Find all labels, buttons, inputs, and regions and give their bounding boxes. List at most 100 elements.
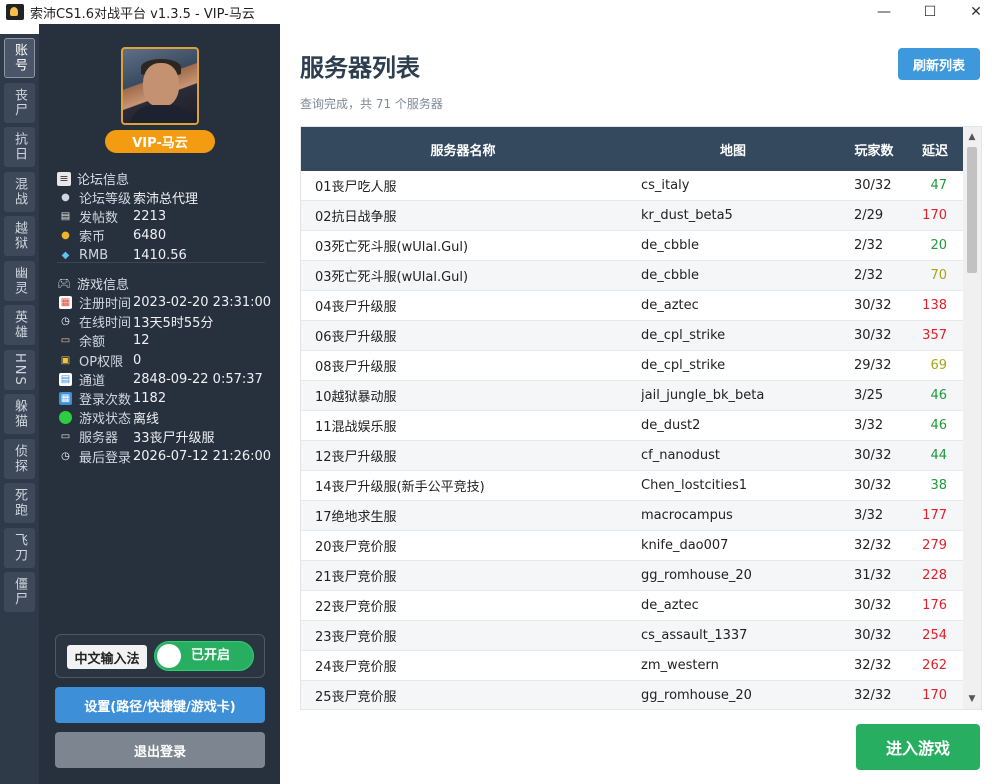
column-header-ping[interactable]: 延迟	[907, 127, 963, 171]
column-header-map[interactable]: 地图	[625, 127, 841, 171]
column-header-name[interactable]: 服务器名称	[301, 127, 625, 171]
info-value: 13天5时55分	[133, 316, 214, 332]
table-scrollbar[interactable]: ▲ ▼	[963, 127, 981, 709]
map-cell: de_cpl_strike	[641, 328, 726, 343]
profile-panel: VIP-马云 ≡ 论坛信息 ● 论坛等级 索沛总代理 ▤ 发帖数 2213 ● 索币 6480 ◆…	[39, 24, 280, 784]
window-controls: — ☐ ✕	[861, 0, 999, 24]
info-row: ▭ 服务器 33丧尸升级服	[59, 427, 215, 446]
server-row[interactable]: 04丧尸升级服 de_aztec 30/32 138	[301, 291, 963, 321]
close-icon[interactable]: ✕	[953, 0, 999, 24]
server-name-cell: 03死亡死斗服(wUlal.Gul)	[315, 270, 469, 285]
gamepad-icon: 🎮︎	[57, 277, 71, 290]
map-cell: zm_western	[641, 658, 719, 673]
ping-cell: 170	[922, 208, 947, 223]
column-header-players[interactable]: 玩家数	[841, 127, 907, 171]
page-title: 服务器列表	[300, 54, 420, 82]
scroll-up-icon[interactable]: ▲	[963, 129, 981, 145]
mode-tab-1[interactable]: 丧尸	[4, 82, 35, 123]
mode-tab-3[interactable]: 混战	[4, 171, 35, 212]
server-row[interactable]: 06丧尸升级服 de_cpl_strike 30/32 357	[301, 321, 963, 351]
mode-tab-6[interactable]: 英雄	[4, 305, 35, 345]
map-cell: de_aztec	[641, 298, 699, 313]
logout-button[interactable]: 退出登录	[55, 732, 265, 768]
refresh-button[interactable]: 刷新列表	[898, 48, 980, 80]
players-cell: 30/32	[854, 598, 892, 613]
minimize-icon[interactable]: —	[861, 0, 907, 24]
server-row[interactable]: 03死亡死斗服(wUlal.Gul) de_cbble 2/32 70	[301, 261, 963, 291]
info-row: ▭ 余额 12	[59, 331, 150, 350]
server-name-cell: 25丧尸竞价服	[315, 690, 397, 705]
mode-tab-4[interactable]: 越狱	[4, 216, 35, 256]
scroll-down-icon[interactable]: ▼	[963, 691, 981, 707]
coin-icon: ●	[61, 230, 70, 242]
server-row[interactable]: 10越狱暴动服 jail_jungle_bk_beta 3/25 46	[301, 381, 963, 411]
server-row[interactable]: 12丧尸升级服 cf_nanodust 30/32 44	[301, 441, 963, 471]
ime-toggle[interactable]: 已开启	[154, 641, 254, 671]
ime-label: 中文输入法	[67, 645, 147, 669]
map-cell: gg_romhouse_20	[641, 688, 752, 703]
ping-cell: 357	[922, 328, 947, 343]
server-row[interactable]: 08丧尸升级服 de_cpl_strike 29/32 69	[301, 351, 963, 381]
info-label: RMB	[79, 247, 109, 263]
table-body: 01丧尸吃人服 cs_italy 30/32 47 02抗日战争服 kr_dust_bet…	[301, 171, 963, 709]
mode-tab-2[interactable]: 抗日	[4, 127, 35, 167]
server-name-cell: 14丧尸升级服(新手公平竞技)	[315, 480, 485, 495]
map-cell: de_cbble	[641, 238, 700, 253]
map-cell: cs_assault_1337	[641, 628, 748, 643]
ping-cell: 262	[922, 658, 947, 673]
server-row[interactable]: 24丧尸竞价服 zm_western 32/32 262	[301, 651, 963, 681]
stopwatch-icon: ◷	[61, 316, 70, 328]
mode-tab-12[interactable]: 僵尸	[4, 572, 35, 612]
server-row[interactable]: 02抗日战争服 kr_dust_beta5 2/29 170	[301, 201, 963, 231]
server-name-cell: 08丧尸升级服	[315, 360, 397, 375]
server-name-cell: 17绝地求生服	[315, 510, 397, 525]
players-cell: 2/32	[854, 268, 884, 283]
ping-cell: 70	[930, 268, 947, 283]
server-row[interactable]: 20丧尸竞价服 knife_dao007 32/32 279	[301, 531, 963, 561]
server-row[interactable]: 14丧尸升级服(新手公平竞技) Chen_lostcities1 30/32 38	[301, 471, 963, 501]
server-row[interactable]: 03死亡死斗服(wUlal.Gul) de_cbble 2/32 20	[301, 231, 963, 261]
info-value: 1182	[133, 391, 167, 406]
server-name-cell: 22丧尸竞价服	[315, 600, 397, 615]
info-value: 6480	[133, 228, 167, 244]
ping-cell: 254	[922, 628, 947, 643]
maximize-icon[interactable]: ☐	[907, 0, 953, 24]
server-row[interactable]: 11混战娱乐服 de_dust2 3/32 46	[301, 411, 963, 441]
mode-tab-9[interactable]: 侦探	[4, 438, 35, 479]
server-row[interactable]: 22丧尸竞价服 de_aztec 30/32 176	[301, 591, 963, 621]
server-row[interactable]: 17绝地求生服 macrocampus 3/32 177	[301, 501, 963, 531]
mode-tab-0[interactable]: 账号	[4, 38, 35, 78]
ping-cell: 46	[930, 388, 947, 403]
players-cell: 2/29	[854, 208, 884, 223]
map-cell: de_dust2	[641, 418, 701, 433]
info-label: OP权限	[79, 354, 124, 370]
mode-tab-7[interactable]: HNS	[4, 349, 35, 390]
server-row[interactable]: 21丧尸竞价服 gg_romhouse_20 31/32 228	[301, 561, 963, 591]
clipboard-icon: ≡	[57, 171, 71, 186]
window-title: 索沛CS1.6对战平台 v1.3.5 - VIP-马云	[30, 6, 255, 22]
info-row: 游戏状态 离线	[59, 408, 159, 427]
info-row: ◷ 最后登录 2026-07-12 21:26:00	[59, 447, 271, 466]
info-value: 2026-07-12 21:26:00	[133, 448, 272, 464]
info-value: 0	[133, 352, 142, 368]
clock-icon: ◷	[61, 450, 70, 462]
mode-tab-10[interactable]: 死跑	[4, 483, 35, 523]
scroll-thumb[interactable]	[967, 147, 977, 273]
settings-button[interactable]: 设置(路径/快捷键/游戏卡)	[55, 687, 265, 723]
server-row[interactable]: 23丧尸竞价服 cs_assault_1337 30/32 254	[301, 621, 963, 651]
info-label: 服务器	[79, 431, 119, 447]
info-label: 登录次数	[79, 393, 132, 408]
server-row[interactable]: 25丧尸竞价服 gg_romhouse_20 32/32 170	[301, 681, 963, 709]
lock-icon: ▣	[60, 354, 71, 366]
info-label: 论坛等级	[79, 192, 132, 207]
server-name-cell: 10越狱暴动服	[315, 390, 397, 405]
enter-game-button[interactable]: 进入游戏	[856, 724, 980, 770]
mode-tab-5[interactable]: 幽灵	[4, 260, 35, 301]
mode-tab-8[interactable]: 躲猫	[4, 394, 35, 434]
players-cell: 30/32	[854, 328, 892, 343]
section-divider	[57, 262, 265, 263]
server-row[interactable]: 01丧尸吃人服 cs_italy 30/32 47	[301, 171, 963, 201]
diamond-icon: ◆	[61, 249, 70, 261]
mode-tab-11[interactable]: 飞刀	[4, 527, 35, 568]
map-cell: macrocampus	[641, 508, 733, 523]
